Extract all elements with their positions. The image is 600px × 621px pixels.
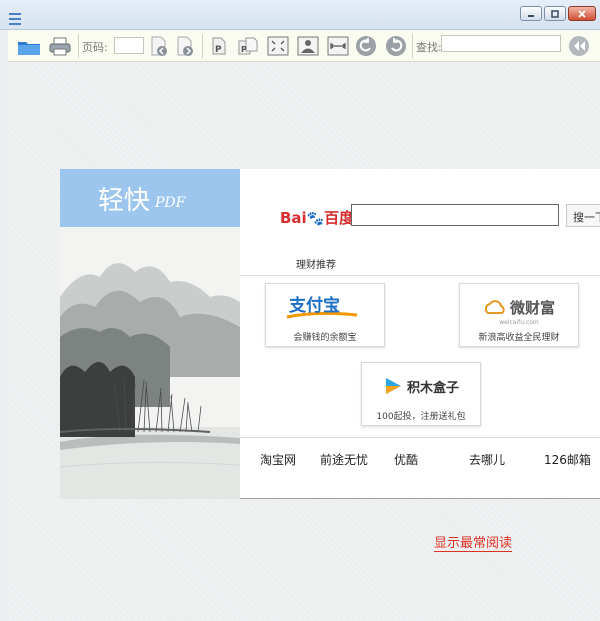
rotate-left-button[interactable] — [354, 33, 378, 59]
page-number-label: 页码: — [82, 41, 108, 54]
start-page: 轻快 PDF Bai🐾百度 搜一 理财推荐 支付宝 会赚钱的余额宝 微财富 we… — [60, 169, 600, 499]
maximize-button[interactable] — [544, 6, 566, 21]
jimubox-logo: 积木盒子 — [362, 371, 480, 401]
fit-width-icon — [327, 36, 349, 56]
divider — [240, 437, 600, 438]
open-folder-icon — [18, 42, 40, 55]
previous-page-icon — [151, 36, 167, 56]
toolbar-separator — [202, 34, 203, 58]
weicaifu-description: 新浪高收益全民理财 — [478, 333, 560, 343]
fit-width-button[interactable] — [326, 33, 350, 59]
collapse-button[interactable] — [567, 33, 591, 59]
most-read-link[interactable]: 显示最常阅读 — [434, 536, 513, 552]
find-label: 查找: — [416, 41, 442, 54]
single-page-icon: P — [212, 37, 226, 55]
finance-section-label: 理财推荐 — [296, 260, 336, 271]
rotate-left-icon — [356, 36, 376, 56]
brand-name: 轻快 — [98, 185, 151, 216]
alipay-logo: 支付宝 — [266, 292, 384, 322]
close-icon — [578, 9, 586, 18]
fit-page-button[interactable] — [296, 33, 320, 59]
content-column: Bai🐾百度 搜一下 理财推荐 支付宝 会赚钱的余额宝 — [240, 169, 600, 499]
divider — [240, 275, 600, 276]
svg-text:支付宝: 支付宝 — [289, 295, 340, 316]
play-icon — [385, 378, 401, 394]
weicaifu-card[interactable]: 微财富 weicaifu.com 新浪高收益全民理财 — [459, 283, 579, 347]
weicaifu-url: weicaifu.com — [499, 319, 539, 326]
brand-banner: 轻快 PDF — [60, 169, 240, 227]
paw-icon: 🐾 — [306, 211, 325, 227]
baidu-logo-cn: 百度 — [324, 209, 355, 227]
jimubox-card[interactable]: 积木盒子 100起投，注册送礼包 — [361, 362, 481, 426]
minimize-icon — [528, 14, 534, 17]
minimize-button[interactable] — [520, 6, 542, 21]
baidu-logo-text: Bai — [280, 209, 307, 227]
svg-text:P: P — [241, 45, 247, 54]
svg-text:P: P — [215, 45, 222, 55]
rotate-right-icon — [386, 36, 406, 56]
fit-page-icon — [297, 36, 319, 56]
baidu-search-button[interactable]: 搜一下 — [566, 204, 600, 227]
alipay-logo-icon: 支付宝 — [286, 295, 358, 319]
toolbar: 页码: P P 查找: — [8, 30, 600, 62]
quick-link-taobao[interactable]: 淘宝网 — [260, 451, 296, 468]
previous-page-button[interactable] — [148, 33, 170, 59]
print-button[interactable] — [48, 33, 72, 59]
quick-links: 淘宝网 前途无忧 优酷 去哪儿 126邮箱 — [240, 451, 600, 471]
open-file-button[interactable] — [16, 33, 42, 59]
next-page-button[interactable] — [174, 33, 196, 59]
document-area: 轻快 PDF Bai🐾百度 搜一 理财推荐 支付宝 会赚钱的余额宝 微财富 we… — [8, 62, 600, 621]
single-page-button[interactable]: P — [208, 33, 230, 59]
menu-icon[interactable] — [9, 13, 21, 25]
full-screen-button[interactable] — [266, 33, 290, 59]
toolbar-separator — [412, 34, 413, 58]
weicaifu-logo-text: 微财富 — [509, 298, 555, 317]
quick-link-qunar[interactable]: 去哪儿 — [469, 451, 505, 468]
close-button[interactable] — [568, 6, 596, 21]
toolbar-separator — [78, 34, 79, 58]
brand-suffix: PDF — [155, 195, 186, 211]
window-controls — [520, 6, 596, 21]
quick-link-youku[interactable]: 优酷 — [394, 451, 418, 468]
landscape-painting — [60, 227, 240, 499]
printer-icon — [49, 37, 71, 56]
title-bar — [0, 0, 600, 30]
quick-link-51job[interactable]: 前途无忧 — [320, 451, 368, 468]
page-number-input[interactable] — [114, 37, 144, 54]
jimubox-description: 100起投，注册送礼包 — [376, 412, 466, 422]
quick-link-126mail[interactable]: 126邮箱 — [544, 451, 591, 468]
baidu-search-input[interactable] — [351, 204, 559, 226]
jimubox-logo-text: 积木盒子 — [406, 380, 459, 396]
baidu-logo[interactable]: Bai🐾百度 — [280, 207, 354, 228]
next-page-icon — [177, 36, 193, 56]
brand-column: 轻快 PDF — [60, 169, 240, 499]
alipay-card[interactable]: 支付宝 会赚钱的余额宝 — [265, 283, 385, 347]
two-page-icon: P — [238, 37, 258, 55]
two-page-button[interactable]: P — [236, 33, 260, 59]
rotate-right-button[interactable] — [384, 33, 408, 59]
maximize-icon — [551, 9, 559, 18]
full-screen-icon — [267, 36, 289, 56]
cloud-icon — [484, 300, 505, 314]
double-left-arrow-icon — [569, 36, 589, 56]
find-input[interactable] — [441, 35, 561, 52]
alipay-description: 会赚钱的余额宝 — [293, 333, 357, 343]
weicaifu-logo: 微财富 — [460, 292, 578, 322]
